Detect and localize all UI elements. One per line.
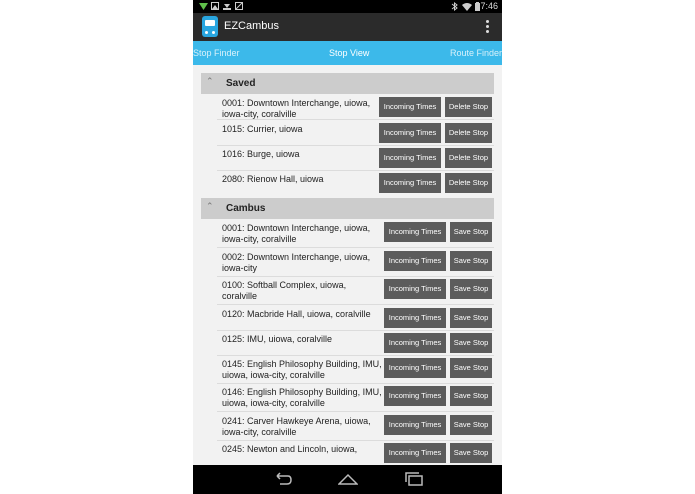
- incoming-times-button[interactable]: Incoming Times: [379, 97, 441, 117]
- group-header-saved[interactable]: ⌃ Saved: [201, 73, 494, 94]
- save-stop-button[interactable]: Save Stop: [450, 308, 492, 328]
- status-time: 7:46: [480, 1, 498, 11]
- incoming-times-button[interactable]: Incoming Times: [384, 251, 446, 271]
- incoming-times-button[interactable]: Incoming Times: [384, 415, 446, 435]
- stop-label: 0125: IMU, uiowa, coralville: [222, 334, 333, 344]
- delete-stop-button[interactable]: Delete Stop: [445, 148, 492, 168]
- save-stop-button[interactable]: Save Stop: [450, 443, 492, 463]
- list-item: 0002: Downtown Interchange, uiowa, iowa-…: [193, 249, 502, 277]
- overflow-menu-icon[interactable]: [486, 20, 490, 34]
- list-item: 0245: Newton and Lincoln, uiowa, Incomin…: [193, 441, 502, 465]
- home-icon[interactable]: [337, 472, 359, 491]
- save-stop-button[interactable]: Save Stop: [450, 415, 492, 435]
- list-item: 0125: IMU, uiowa, coralville Incoming Ti…: [193, 331, 502, 356]
- stop-label: 0241: Carver Hawkeye Arena, uiowa, iowa-…: [222, 416, 371, 437]
- back-icon[interactable]: [272, 472, 292, 491]
- recent-apps-icon[interactable]: [404, 472, 424, 491]
- incoming-times-button[interactable]: Incoming Times: [379, 173, 441, 193]
- list-item: 0001: Downtown Interchange, uiowa, iowa-…: [193, 95, 502, 120]
- incoming-times-button[interactable]: Incoming Times: [384, 333, 446, 353]
- stop-label: 2080: Rienow Hall, uiowa: [222, 174, 324, 184]
- device-screen: 7:46 EZCambus Stop Finder Stop View Rout…: [193, 0, 502, 494]
- list-item: 0145: English Philosophy Building, IMU, …: [193, 356, 502, 384]
- incoming-times-button[interactable]: Incoming Times: [379, 148, 441, 168]
- delete-stop-button[interactable]: Delete Stop: [445, 173, 492, 193]
- stop-label: 0146: English Philosophy Building, IMU, …: [222, 387, 382, 408]
- tab-stop-view[interactable]: Stop View: [329, 48, 369, 58]
- list-item: 0100: Softball Complex, uiowa, coralvill…: [193, 277, 502, 305]
- action-bar: EZCambus: [193, 13, 502, 41]
- stop-label: 0245: Newton and Lincoln, uiowa,: [222, 444, 358, 454]
- save-stop-button[interactable]: Save Stop: [450, 222, 492, 242]
- incoming-times-button[interactable]: Incoming Times: [384, 358, 446, 378]
- list-item: 2080: Rienow Hall, uiowa Incoming Times …: [193, 171, 502, 197]
- stop-label: 0120: Macbride Hall, uiowa, coralville: [222, 309, 371, 319]
- group-header-cambus[interactable]: ⌃ Cambus: [201, 198, 494, 219]
- image-notification-icon: [211, 2, 219, 11]
- save-stop-button[interactable]: Save Stop: [450, 279, 492, 299]
- group-title: Cambus: [226, 203, 266, 214]
- status-bar: 7:46: [193, 0, 502, 13]
- list-item: 1016: Burge, uiowa Incoming Times Delete…: [193, 146, 502, 171]
- ez-notification-icon: [235, 2, 243, 11]
- stop-label: 0001: Downtown Interchange, uiowa, iowa-…: [222, 223, 371, 244]
- battery-icon: [475, 2, 480, 11]
- tab-route-finder[interactable]: Route Finder: [450, 48, 502, 58]
- tab-stop-finder[interactable]: Stop Finder: [193, 48, 240, 58]
- list-item: 0241: Carver Hawkeye Arena, uiowa, iowa-…: [193, 413, 502, 441]
- incoming-times-button[interactable]: Incoming Times: [379, 123, 441, 143]
- stop-label: 1015: Currier, uiowa: [222, 124, 303, 134]
- incoming-times-button[interactable]: Incoming Times: [384, 443, 446, 463]
- wifi-icon: [462, 2, 472, 11]
- incoming-times-button[interactable]: Incoming Times: [384, 222, 446, 242]
- bus-icon: [202, 16, 218, 37]
- stop-label: 0145: English Philosophy Building, IMU, …: [222, 359, 382, 380]
- bluetooth-icon: [451, 1, 458, 12]
- delete-stop-button[interactable]: Delete Stop: [445, 97, 492, 117]
- list-item: 1015: Currier, uiowa Incoming Times Dele…: [193, 121, 502, 146]
- save-stop-button[interactable]: Save Stop: [450, 386, 492, 406]
- delete-stop-button[interactable]: Delete Stop: [445, 123, 492, 143]
- chevron-up-icon: ⌃: [206, 201, 214, 211]
- save-stop-button[interactable]: Save Stop: [450, 358, 492, 378]
- save-stop-button[interactable]: Save Stop: [450, 251, 492, 271]
- stop-list[interactable]: ⌃ Saved 0001: Downtown Interchange, uiow…: [193, 65, 502, 465]
- incoming-times-button[interactable]: Incoming Times: [384, 308, 446, 328]
- incoming-times-button[interactable]: Incoming Times: [384, 279, 446, 299]
- save-stop-button[interactable]: Save Stop: [450, 333, 492, 353]
- app-title: EZCambus: [224, 20, 280, 32]
- stop-label: 0001: Downtown Interchange, uiowa, iowa-…: [222, 98, 371, 119]
- tab-strip: Stop Finder Stop View Route Finder: [193, 41, 502, 65]
- list-item: 0146: English Philosophy Building, IMU, …: [193, 384, 502, 412]
- stop-label: 0002: Downtown Interchange, uiowa, iowa-…: [222, 252, 371, 273]
- signal-icon: [199, 2, 208, 11]
- list-item: 0120: Macbride Hall, uiowa, coralville I…: [193, 306, 502, 331]
- download-notification-icon: [223, 2, 231, 11]
- chevron-up-icon: ⌃: [206, 76, 214, 86]
- stop-label: 0100: Softball Complex, uiowa, coralvill…: [222, 280, 347, 301]
- stop-label: 1016: Burge, uiowa: [222, 149, 300, 159]
- incoming-times-button[interactable]: Incoming Times: [384, 386, 446, 406]
- group-title: Saved: [226, 78, 256, 89]
- list-item: 0001: Downtown Interchange, uiowa, iowa-…: [193, 220, 502, 248]
- navigation-bar: [193, 465, 502, 494]
